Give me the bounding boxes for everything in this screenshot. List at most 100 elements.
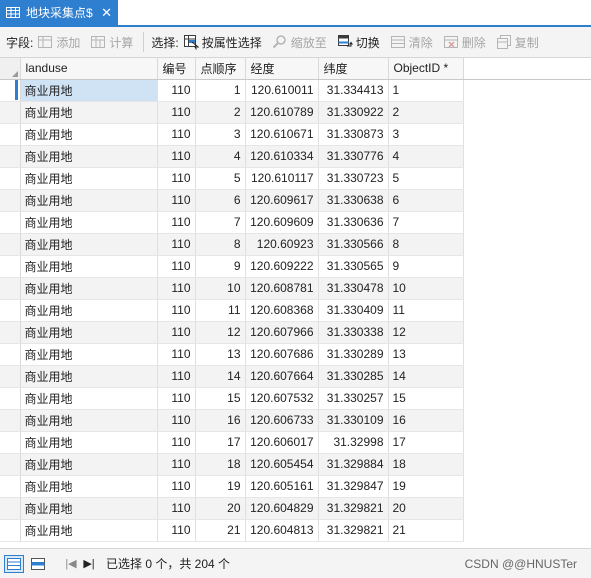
cell-order[interactable]: 21	[195, 519, 246, 542]
cell-code[interactable]: 110	[157, 277, 196, 300]
cell-code[interactable]: 110	[157, 409, 196, 432]
cell-landuse[interactable]: 商业用地	[20, 299, 158, 322]
column-header[interactable]: ObjectID *	[388, 58, 464, 80]
row-selector[interactable]	[0, 453, 21, 476]
cell-landuse[interactable]: 商业用地	[20, 365, 158, 388]
cell-landuse[interactable]: 商业用地	[20, 255, 158, 278]
cell-objectid[interactable]: 4	[388, 145, 464, 168]
cell-code[interactable]: 110	[157, 475, 196, 498]
table-row[interactable]: 商业用地 110 21 120.604813 31.329821 21	[0, 519, 591, 542]
row-selector[interactable]	[0, 299, 21, 322]
cell-order[interactable]: 20	[195, 497, 246, 520]
cell-objectid[interactable]: 19	[388, 475, 464, 498]
select-all-corner[interactable]	[0, 58, 21, 80]
cell-order[interactable]: 18	[195, 453, 246, 476]
cell-order[interactable]: 11	[195, 299, 246, 322]
cell-code[interactable]: 110	[157, 79, 196, 102]
cell-latitude[interactable]: 31.329847	[318, 475, 389, 498]
cell-objectid[interactable]: 5	[388, 167, 464, 190]
row-selector[interactable]	[0, 277, 21, 300]
cell-code[interactable]: 110	[157, 145, 196, 168]
row-selector[interactable]	[0, 431, 21, 454]
table-row[interactable]: 商业用地 110 20 120.604829 31.329821 20	[0, 497, 591, 520]
cell-longitude[interactable]: 120.606017	[245, 431, 319, 454]
column-header[interactable]: 经度	[245, 58, 319, 80]
cell-landuse[interactable]: 商业用地	[20, 453, 158, 476]
table-row[interactable]: 商业用地 110 18 120.605454 31.329884 18	[0, 453, 591, 476]
cell-order[interactable]: 15	[195, 387, 246, 410]
cell-latitude[interactable]: 31.330338	[318, 321, 389, 344]
cell-code[interactable]: 110	[157, 123, 196, 146]
table-row[interactable]: 商业用地 110 11 120.608368 31.330409 11	[0, 299, 591, 322]
table-row[interactable]: 商业用地 110 17 120.606017 31.32998 17	[0, 431, 591, 454]
cell-longitude[interactable]: 120.610011	[245, 79, 319, 102]
cell-order[interactable]: 1	[195, 79, 246, 102]
cell-order[interactable]: 16	[195, 409, 246, 432]
column-header[interactable]: landuse	[20, 58, 158, 80]
table-row[interactable]: 商业用地 110 4 120.610334 31.330776 4	[0, 145, 591, 168]
cell-landuse[interactable]: 商业用地	[20, 167, 158, 190]
row-selector[interactable]	[0, 123, 21, 146]
row-selector[interactable]	[0, 343, 21, 366]
switch-selection-button[interactable]: 切换	[337, 34, 380, 51]
delete-selection-button[interactable]: 删除	[443, 34, 486, 51]
row-selector[interactable]	[0, 145, 21, 168]
cell-landuse[interactable]: 商业用地	[20, 387, 158, 410]
cell-objectid[interactable]: 21	[388, 519, 464, 542]
row-selector[interactable]	[0, 497, 21, 520]
cell-longitude[interactable]: 120.610671	[245, 123, 319, 146]
cell-objectid[interactable]: 10	[388, 277, 464, 300]
tab-attribute-table[interactable]: 地块采集点$ ✕	[0, 0, 118, 25]
zoom-to-button[interactable]: 缩放至	[272, 34, 327, 51]
table-view-button[interactable]	[4, 554, 24, 573]
table-row[interactable]: 商业用地 110 15 120.607532 31.330257 15	[0, 387, 591, 410]
cell-code[interactable]: 110	[157, 255, 196, 278]
cell-landuse[interactable]: 商业用地	[20, 79, 158, 102]
cell-landuse[interactable]: 商业用地	[20, 475, 158, 498]
first-record-icon[interactable]: |◀	[62, 557, 80, 570]
cell-code[interactable]: 110	[157, 519, 196, 542]
cell-latitude[interactable]: 31.330873	[318, 123, 389, 146]
cell-objectid[interactable]: 15	[388, 387, 464, 410]
column-header[interactable]: 点顺序	[195, 58, 246, 80]
cell-code[interactable]: 110	[157, 233, 196, 256]
cell-latitude[interactable]: 31.329821	[318, 497, 389, 520]
cell-order[interactable]: 13	[195, 343, 246, 366]
cell-order[interactable]: 5	[195, 167, 246, 190]
cell-landuse[interactable]: 商业用地	[20, 123, 158, 146]
cell-order[interactable]: 10	[195, 277, 246, 300]
cell-code[interactable]: 110	[157, 101, 196, 124]
cell-latitude[interactable]: 31.330409	[318, 299, 389, 322]
copy-selection-button[interactable]: 复制	[496, 34, 539, 51]
cell-landuse[interactable]: 商业用地	[20, 145, 158, 168]
cell-objectid[interactable]: 8	[388, 233, 464, 256]
cell-code[interactable]: 110	[157, 453, 196, 476]
cell-order[interactable]: 3	[195, 123, 246, 146]
cell-latitude[interactable]: 31.330638	[318, 189, 389, 212]
row-selector[interactable]	[0, 387, 21, 410]
cell-code[interactable]: 110	[157, 387, 196, 410]
close-icon[interactable]: ✕	[101, 6, 112, 19]
cell-latitude[interactable]: 31.330478	[318, 277, 389, 300]
cell-order[interactable]: 14	[195, 365, 246, 388]
calculate-field-button[interactable]: 计算	[90, 34, 133, 51]
cell-longitude[interactable]: 120.606733	[245, 409, 319, 432]
cell-longitude[interactable]: 120.607664	[245, 365, 319, 388]
cell-longitude[interactable]: 120.608368	[245, 299, 319, 322]
table-row[interactable]: 商业用地 110 1 120.610011 31.334413 1	[0, 79, 591, 102]
cell-order[interactable]: 2	[195, 101, 246, 124]
cell-order[interactable]: 17	[195, 431, 246, 454]
cell-code[interactable]: 110	[157, 189, 196, 212]
clear-selection-button[interactable]: 清除	[390, 34, 433, 51]
cell-landuse[interactable]: 商业用地	[20, 519, 158, 542]
selected-view-button[interactable]	[28, 555, 48, 573]
cell-objectid[interactable]: 9	[388, 255, 464, 278]
cell-order[interactable]: 7	[195, 211, 246, 234]
table-row[interactable]: 商业用地 110 9 120.609222 31.330565 9	[0, 255, 591, 278]
cell-objectid[interactable]: 17	[388, 431, 464, 454]
cell-longitude[interactable]: 120.609222	[245, 255, 319, 278]
cell-longitude[interactable]: 120.607532	[245, 387, 319, 410]
cell-landuse[interactable]: 商业用地	[20, 233, 158, 256]
row-selector[interactable]	[0, 255, 21, 278]
row-selector[interactable]	[0, 79, 21, 102]
